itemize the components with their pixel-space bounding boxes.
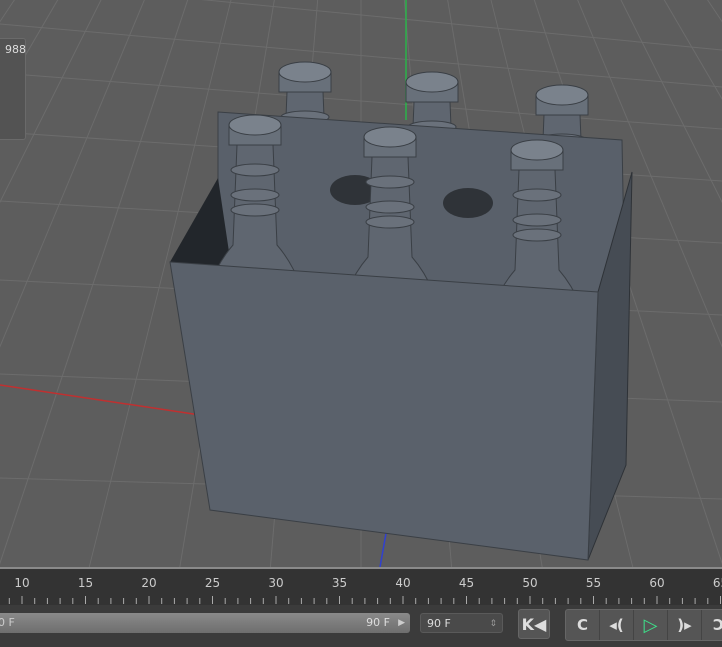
- bottle-cap-top: [363, 126, 417, 148]
- bottle-ring: [230, 163, 280, 177]
- handle-hole: [443, 188, 493, 218]
- playback-controls: 0 F 90 F ▶ 90 F ⇕ K◀ C ◂( ▷ )▸ Ɔ: [0, 605, 722, 647]
- bottle-ring: [512, 188, 562, 202]
- bottle-cap-top: [405, 71, 459, 93]
- ruler-label: 45: [459, 576, 474, 590]
- ruler-label: 25: [205, 576, 220, 590]
- max-frame-field[interactable]: 90 F ⇕: [420, 613, 503, 633]
- 3d-viewport[interactable]: 988: [0, 0, 722, 567]
- ruler-label: 30: [268, 576, 283, 590]
- bottle-ring: [365, 200, 415, 214]
- bottle-ring: [365, 175, 415, 189]
- loop-icon: C: [576, 616, 588, 634]
- previous-key-icon: ◂(: [609, 616, 624, 634]
- range-start: 0 F: [0, 616, 15, 629]
- scene-render: [0, 0, 722, 567]
- bottle-ring: [512, 213, 562, 227]
- ruler-label: 15: [78, 576, 93, 590]
- hud-panel: 988: [0, 38, 26, 140]
- ruler-label: 40: [395, 576, 410, 590]
- next-key-icon: )▸: [677, 616, 692, 634]
- bottle-cap-top: [228, 114, 282, 136]
- ruler-label: 50: [522, 576, 537, 590]
- grid-line: [0, 0, 189, 565]
- timeline-ruler[interactable]: 10 15 20 25 30 35 40 45 50 55 60 65: [0, 567, 722, 607]
- carrier-front: [169, 261, 599, 561]
- record-button[interactable]: Ɔ: [702, 610, 722, 640]
- bottle-cap-top: [535, 84, 589, 106]
- frame-range-slider[interactable]: 0 F 90 F ▶: [0, 613, 410, 633]
- go-to-start-icon: K◀: [521, 614, 547, 634]
- hud-value: 988: [5, 43, 26, 56]
- range-arrow-icon: ▶: [398, 618, 405, 628]
- bottle-ring: [230, 188, 280, 202]
- spinner-icon[interactable]: ⇕: [489, 614, 497, 634]
- next-key-button[interactable]: )▸: [668, 610, 702, 640]
- bottle-ring: [230, 203, 280, 217]
- previous-key-button[interactable]: ◂(: [600, 610, 634, 640]
- ruler-label: 20: [141, 576, 156, 590]
- z-axis: [379, 527, 388, 567]
- play-icon: ▷: [643, 614, 658, 636]
- play-button[interactable]: ▷: [634, 610, 668, 640]
- loop-button[interactable]: C: [566, 610, 600, 640]
- x-axis: [0, 384, 201, 416]
- ruler-label: 35: [332, 576, 347, 590]
- go-to-start-button[interactable]: K◀: [518, 609, 550, 639]
- ruler-label: 65: [713, 576, 722, 590]
- ruler-label: 60: [649, 576, 664, 590]
- grid-line: [663, 0, 722, 100]
- bottle-cap-top: [510, 139, 564, 161]
- bottle-ring: [512, 228, 562, 242]
- bottle-ring: [365, 215, 415, 229]
- max-frame-value: 90 F: [427, 617, 451, 630]
- ruler-label: 10: [14, 576, 29, 590]
- transport-group: C ◂( ▷ )▸ Ɔ: [565, 609, 722, 641]
- range-end: 90 F: [366, 616, 390, 629]
- ruler-label: 55: [586, 576, 601, 590]
- record-icon: Ɔ: [712, 616, 722, 634]
- bottle-cap-top: [278, 61, 332, 83]
